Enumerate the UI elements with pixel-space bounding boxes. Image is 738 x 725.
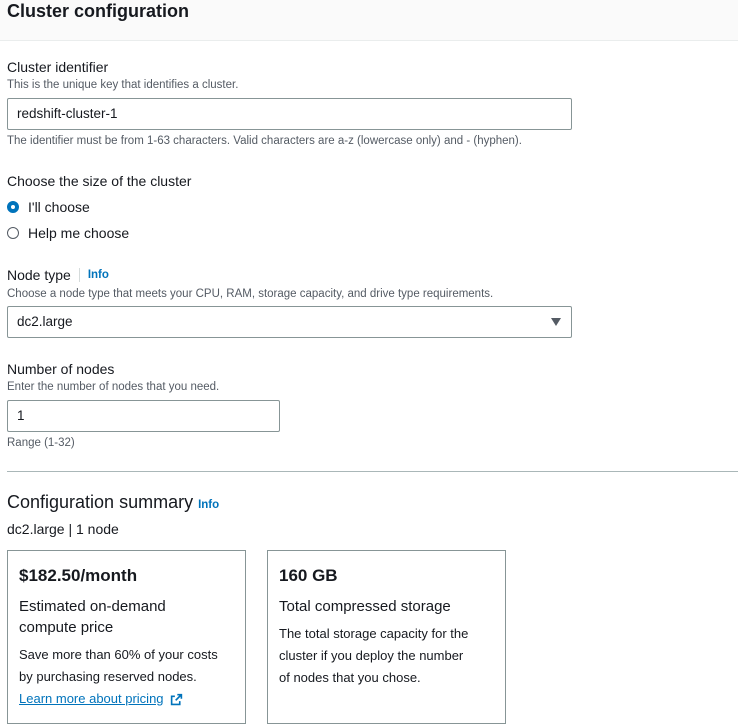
section-title: Cluster configuration xyxy=(7,1,190,21)
summary-title-row: Configuration summary Info xyxy=(7,492,219,513)
storage-text: The total storage capacity for the clust… xyxy=(279,623,468,689)
number-of-nodes-description: Enter the number of nodes that you need. xyxy=(7,381,220,393)
storage-label: Total compressed storage xyxy=(279,598,451,615)
node-type-label-row: Node type Info xyxy=(7,267,109,283)
radio-option-label: Help me choose xyxy=(28,225,130,241)
summary-info-link[interactable]: Info xyxy=(198,499,219,511)
node-type-selected-value: dc2.large xyxy=(17,314,73,329)
external-link-icon[interactable] xyxy=(170,693,183,706)
node-type-info-link[interactable]: Info xyxy=(88,269,109,281)
pricing-link-row[interactable]: Learn more about pricing xyxy=(19,688,218,710)
radio-option-ill-choose[interactable]: I'll choose xyxy=(7,197,90,217)
cluster-size-label: Choose the size of the cluster xyxy=(7,173,192,189)
price-amount: $182.50/month xyxy=(19,566,138,585)
price-card: $182.50/month Estimated on-demand comput… xyxy=(7,550,246,724)
price-text-line2: by purchasing reserved nodes. xyxy=(19,669,197,684)
price-label-line1: Estimated on-demand xyxy=(19,598,166,615)
radio-option-label: I'll choose xyxy=(28,199,90,215)
number-of-nodes-label: Number of nodes xyxy=(7,361,115,377)
storage-text-line2: cluster if you deploy the number xyxy=(279,648,464,663)
radio-option-help-me-choose[interactable]: Help me choose xyxy=(7,223,129,243)
price-label: Estimated on-demand compute price xyxy=(19,596,166,638)
radio-unchecked-icon[interactable] xyxy=(7,227,19,239)
price-text: Save more than 60% of your costs by purc… xyxy=(19,644,218,710)
number-of-nodes-range: Range (1-32) xyxy=(7,437,75,449)
summary-title: Configuration summary xyxy=(7,492,194,512)
section-header: Cluster configuration xyxy=(0,0,738,41)
learn-more-pricing-link[interactable]: Learn more about pricing xyxy=(19,691,164,706)
storage-card: 160 GB Total compressed storage The tota… xyxy=(267,550,506,724)
storage-amount: 160 GB xyxy=(279,566,338,585)
label-divider xyxy=(78,268,80,282)
section-divider xyxy=(7,471,738,472)
caret-down-icon xyxy=(551,318,561,326)
radio-checked-icon[interactable] xyxy=(7,201,19,213)
cluster-identifier-description: This is the unique key that identifies a… xyxy=(7,79,239,91)
node-type-description: Choose a node type that meets your CPU, … xyxy=(7,288,494,300)
storage-text-line3: of nodes that you chose. xyxy=(279,670,421,685)
node-type-select[interactable]: dc2.large xyxy=(7,306,572,338)
cluster-identifier-label: Cluster identifier xyxy=(7,59,109,75)
node-type-label: Node type xyxy=(7,267,71,283)
cluster-identifier-input[interactable]: redshift-cluster-1 xyxy=(7,98,572,130)
price-text-line1: Save more than 60% of your costs xyxy=(19,647,218,662)
storage-text-line1: The total storage capacity for the xyxy=(279,626,469,641)
summary-subtitle: dc2.large | 1 node xyxy=(7,521,119,537)
price-label-line2: compute price xyxy=(19,619,114,636)
cluster-identifier-constraint: The identifier must be from 1-63 charact… xyxy=(7,135,522,147)
number-of-nodes-input[interactable]: 1 xyxy=(7,400,280,432)
